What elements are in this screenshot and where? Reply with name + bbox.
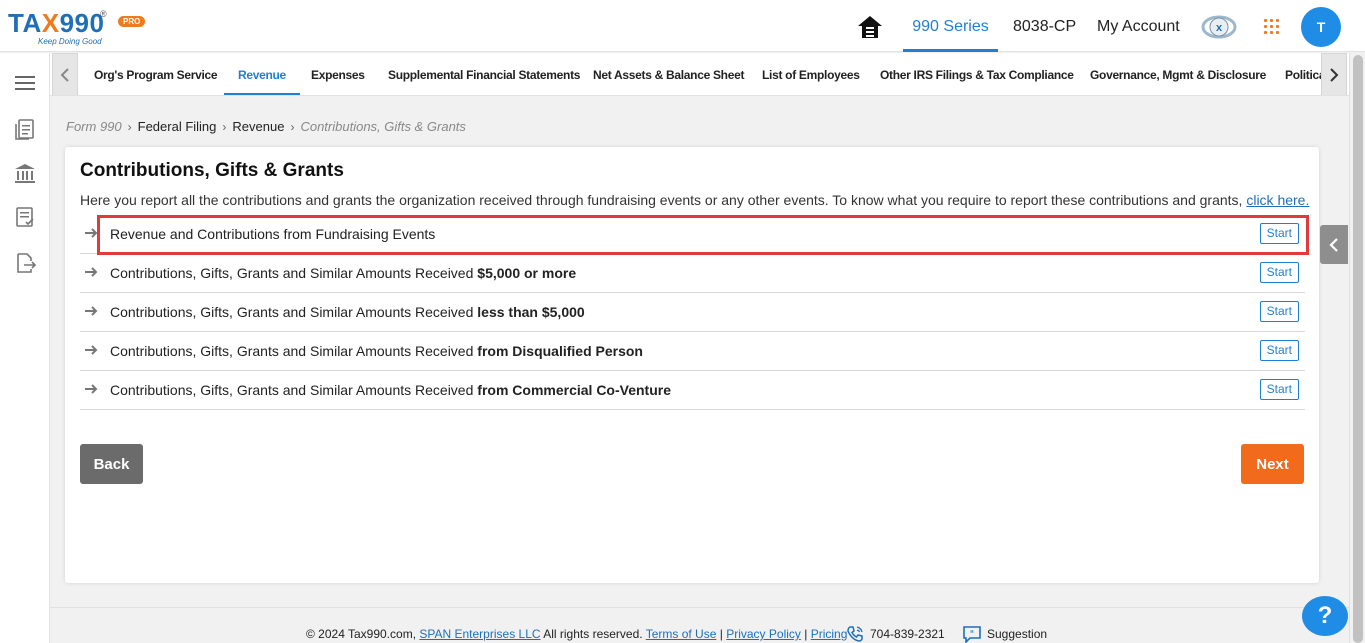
breadcrumb: Form 990 › Federal Filing › Revenue › Contribu…	[66, 119, 466, 134]
apps-grid-icon[interactable]	[1264, 19, 1279, 34]
tab-governance-mgmt-disclosure[interactable]: Governance, Mgmt & Disclosure	[1090, 53, 1266, 95]
start-button[interactable]: Start	[1259, 379, 1299, 400]
chevron-left-icon	[60, 67, 69, 82]
start-button[interactable]: Start	[1259, 340, 1299, 361]
side-panel-toggle[interactable]	[1320, 225, 1348, 264]
breadcrumb-separator-icon: ›	[127, 120, 132, 134]
tab-orgs-program-service[interactable]: Org's Program Service	[94, 53, 218, 95]
start-button[interactable]: Start	[1259, 262, 1299, 283]
tab-revenue[interactable]: Revenue	[224, 53, 300, 95]
arrow-right-icon	[85, 306, 98, 316]
bank-icon[interactable]	[13, 161, 37, 185]
export-file-icon[interactable]	[13, 251, 37, 275]
privacy-link[interactable]: Privacy Policy	[726, 627, 801, 641]
list-item[interactable]: Contributions, Gifts, Grants and Similar…	[80, 254, 1305, 293]
chevron-right-icon	[1330, 67, 1339, 82]
nav-990-series[interactable]: 990 Series	[903, 0, 998, 52]
tab-supplemental-financial-statements[interactable]: Supplemental Financial Statements	[388, 53, 580, 95]
logo-tagline: Keep Doing Good	[38, 37, 102, 46]
svg-text:“: “	[970, 629, 974, 638]
list-item-label: Revenue and Contributions from Fundraisi…	[110, 226, 436, 242]
home-icon[interactable]	[857, 14, 883, 40]
list-item[interactable]: Contributions, Gifts, Grants and Similar…	[80, 293, 1305, 332]
arrow-right-icon	[85, 345, 98, 355]
list-item[interactable]: Contributions, Gifts, Grants and Similar…	[80, 332, 1305, 371]
pricing-link[interactable]: Pricing	[811, 627, 848, 641]
tabs-scroll-right[interactable]	[1321, 53, 1347, 95]
breadcrumb-current: Contributions, Gifts & Grants	[300, 119, 466, 134]
tab-net-assets-balance-sheet[interactable]: Net Assets & Balance Sheet	[593, 53, 744, 95]
suggestion-link[interactable]: Suggestion	[987, 627, 1047, 641]
svg-text:x: x	[1216, 22, 1223, 34]
suggestion-icon: “	[963, 626, 981, 643]
arrow-right-icon	[85, 267, 98, 277]
tabs-scroll-left[interactable]	[52, 53, 78, 95]
menu-icon[interactable]	[13, 71, 37, 95]
logo-registered-mark: ®	[100, 9, 107, 19]
back-button[interactable]: Back	[80, 444, 143, 484]
phone-number[interactable]: 704-839-2321	[870, 627, 945, 641]
phone-icon	[847, 626, 863, 642]
list-item-label: Contributions, Gifts, Grants and Similar…	[110, 382, 671, 398]
footer: © 2024 Tax990.com, SPAN Enterprises LLC …	[50, 607, 1349, 643]
tab-expenses[interactable]: Expenses	[311, 53, 365, 95]
nav-my-account[interactable]: My Account	[1097, 0, 1180, 52]
tab-political[interactable]: Politica	[1285, 53, 1326, 95]
breadcrumb-separator-icon: ›	[290, 120, 295, 134]
tax990-logo[interactable]: TAX990 ® PRO Keep Doing Good	[8, 8, 148, 46]
chevron-left-icon	[1329, 237, 1338, 252]
documents-icon[interactable]	[13, 117, 37, 141]
start-button[interactable]: Start	[1259, 223, 1299, 244]
tab-other-irs-filings[interactable]: Other IRS Filings & Tax Compliance	[880, 53, 1074, 95]
section-tab-bar: Org's Program Service Revenue Expenses S…	[50, 53, 1349, 96]
top-header: TAX990 ® PRO Keep Doing Good 990 Series …	[0, 0, 1365, 52]
left-rail	[0, 53, 50, 643]
nav-8038-cp[interactable]: 8038-CP	[1013, 0, 1076, 52]
footer-copyright: © 2024 Tax990.com, SPAN Enterprises LLC …	[306, 627, 848, 641]
tax-expert-icon[interactable]: x	[1200, 10, 1238, 44]
help-button[interactable]: ?	[1302, 596, 1348, 636]
checklist-icon[interactable]	[13, 205, 37, 229]
page-title: Contributions, Gifts & Grants	[80, 160, 344, 181]
list-item-label: Contributions, Gifts, Grants and Similar…	[110, 343, 643, 359]
page-scrollbar[interactable]	[1349, 53, 1365, 643]
arrow-right-icon	[85, 228, 98, 238]
scrollbar-thumb[interactable]	[1353, 55, 1363, 643]
breadcrumb-federal-filing[interactable]: Federal Filing	[138, 119, 217, 134]
breadcrumb-separator-icon: ›	[222, 120, 227, 134]
logo-pro-badge: PRO	[118, 16, 146, 27]
list-item[interactable]: Contributions, Gifts, Grants and Similar…	[80, 371, 1305, 410]
card-description: Here you report all the contributions an…	[80, 192, 1310, 208]
click-here-link[interactable]: click here.	[1246, 192, 1309, 208]
breadcrumb-form-990[interactable]: Form 990	[66, 119, 122, 134]
next-button[interactable]: Next	[1241, 444, 1304, 484]
start-button[interactable]: Start	[1259, 301, 1299, 322]
span-enterprises-link[interactable]: SPAN Enterprises LLC	[419, 627, 540, 641]
logo-wordmark: TAX990	[8, 8, 105, 38]
arrow-right-icon	[85, 384, 98, 394]
tab-list-of-employees[interactable]: List of Employees	[762, 53, 860, 95]
list-item-label: Contributions, Gifts, Grants and Similar…	[110, 265, 577, 281]
terms-link[interactable]: Terms of Use	[646, 627, 717, 641]
contributions-card: Contributions, Gifts & Grants Here you r…	[65, 147, 1319, 583]
list-item[interactable]: Revenue and Contributions from Fundraisi…	[80, 215, 1305, 254]
list-item-label: Contributions, Gifts, Grants and Similar…	[110, 304, 585, 320]
breadcrumb-revenue[interactable]: Revenue	[232, 119, 284, 134]
user-avatar[interactable]: T	[1301, 7, 1341, 47]
